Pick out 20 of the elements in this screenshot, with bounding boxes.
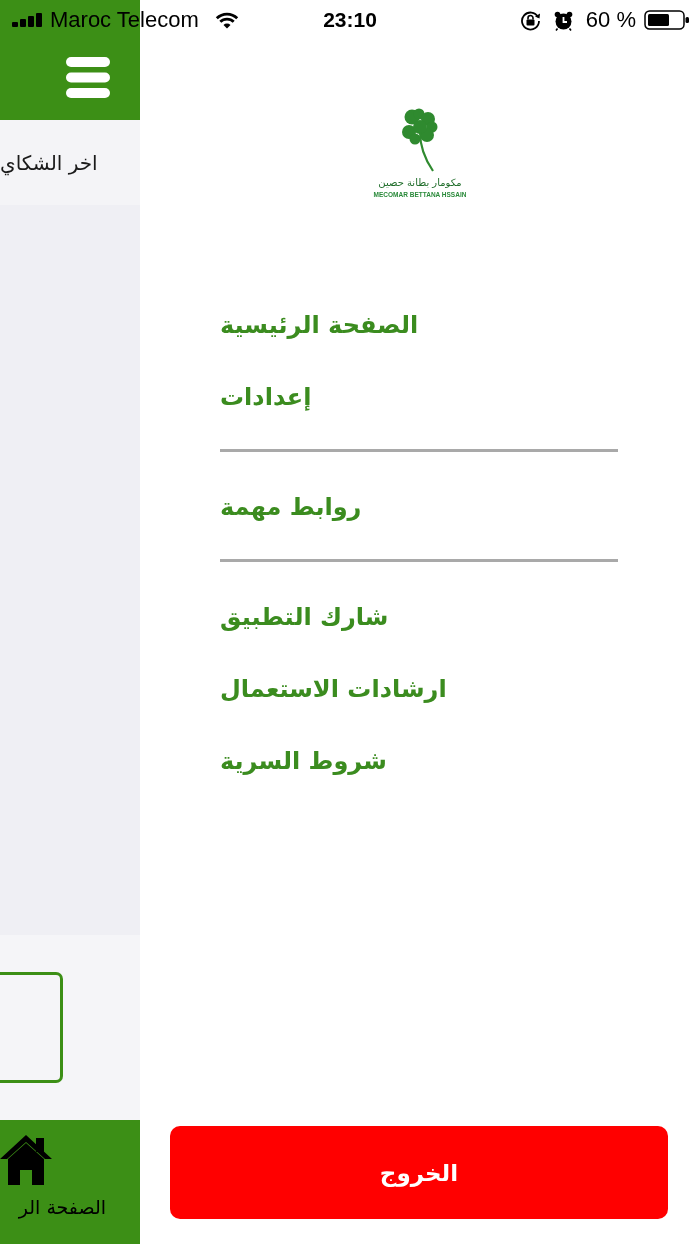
menu-item[interactable]: شارك التطبيق bbox=[220, 592, 389, 642]
logout-button[interactable]: الخروج bbox=[170, 1126, 668, 1219]
logo-arabic-name: مكومار بطانة حصين bbox=[378, 176, 462, 190]
home-icon bbox=[0, 1134, 52, 1186]
clock-time: 23:10 bbox=[323, 8, 377, 32]
menu-item[interactable]: إعدادات bbox=[220, 372, 312, 422]
rotation-lock-icon bbox=[519, 9, 541, 31]
home-tab[interactable]: الصفحة الر bbox=[0, 1134, 106, 1244]
alarm-clock-icon bbox=[552, 9, 574, 31]
menu-item[interactable]: ارشادات الاستعمال bbox=[220, 664, 447, 714]
menu-icon[interactable] bbox=[66, 57, 110, 98]
menu-item[interactable]: روابط مهمة bbox=[220, 482, 362, 532]
clover-icon bbox=[400, 108, 440, 172]
signal-icon bbox=[12, 13, 42, 27]
menu-item[interactable]: شروط السرية bbox=[220, 736, 387, 786]
wifi-icon bbox=[214, 11, 239, 29]
battery-icon bbox=[644, 10, 690, 30]
list-item[interactable]: اخر الشكاي bbox=[0, 120, 140, 205]
battery-percent: 60 % bbox=[585, 7, 636, 33]
menu-item[interactable]: الصفحة الرئيسية bbox=[220, 300, 419, 350]
